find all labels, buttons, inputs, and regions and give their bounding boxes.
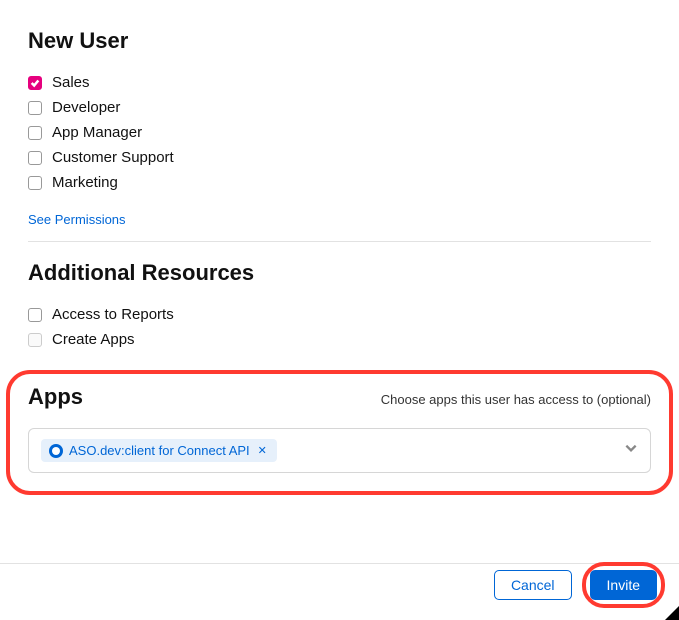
chevron-down-icon[interactable]: [624, 441, 638, 460]
role-customer-support[interactable]: Customer Support: [28, 145, 651, 170]
role-label: App Manager: [52, 124, 142, 141]
resize-handle-icon[interactable]: [665, 606, 679, 620]
invite-highlight: Invite: [582, 562, 665, 608]
role-app-manager[interactable]: App Manager: [28, 120, 651, 145]
role-label: Developer: [52, 99, 120, 116]
role-sales[interactable]: Sales: [28, 70, 651, 95]
new-user-heading: New User: [28, 28, 651, 54]
apps-section-highlight: Apps Choose apps this user has access to…: [6, 370, 673, 495]
role-label: Sales: [52, 74, 90, 91]
checkbox-icon[interactable]: [28, 151, 42, 165]
apps-hint: Choose apps this user has access to (opt…: [381, 392, 651, 407]
checkbox-icon: [28, 333, 42, 347]
checkbox-icon[interactable]: [28, 76, 42, 90]
footer-buttons: Cancel Invite: [494, 562, 665, 608]
section-divider: [28, 241, 651, 242]
remove-chip-icon[interactable]: ✕: [256, 444, 269, 457]
resource-label: Create Apps: [52, 331, 135, 348]
checkbox-icon[interactable]: [28, 176, 42, 190]
app-icon: [49, 444, 63, 458]
checkbox-icon[interactable]: [28, 308, 42, 322]
checkbox-icon[interactable]: [28, 101, 42, 115]
see-permissions-link[interactable]: See Permissions: [28, 212, 126, 227]
apps-select[interactable]: ASO.dev:client for Connect API ✕: [28, 428, 651, 473]
additional-resources-list: Access to Reports Create Apps: [28, 302, 651, 352]
app-chip: ASO.dev:client for Connect API ✕: [41, 439, 277, 462]
app-chip-label: ASO.dev:client for Connect API: [69, 443, 250, 458]
resource-create-apps: Create Apps: [28, 327, 651, 352]
invite-button[interactable]: Invite: [590, 570, 657, 600]
role-marketing[interactable]: Marketing: [28, 170, 651, 195]
apps-heading: Apps: [28, 384, 83, 410]
role-developer[interactable]: Developer: [28, 95, 651, 120]
cancel-button[interactable]: Cancel: [494, 570, 572, 600]
checkbox-icon[interactable]: [28, 126, 42, 140]
resource-access-to-reports[interactable]: Access to Reports: [28, 302, 651, 327]
roles-list: Sales Developer App Manager Customer Sup…: [28, 70, 651, 195]
role-label: Customer Support: [52, 149, 174, 166]
additional-resources-heading: Additional Resources: [28, 260, 651, 286]
resource-label: Access to Reports: [52, 306, 174, 323]
role-label: Marketing: [52, 174, 118, 191]
